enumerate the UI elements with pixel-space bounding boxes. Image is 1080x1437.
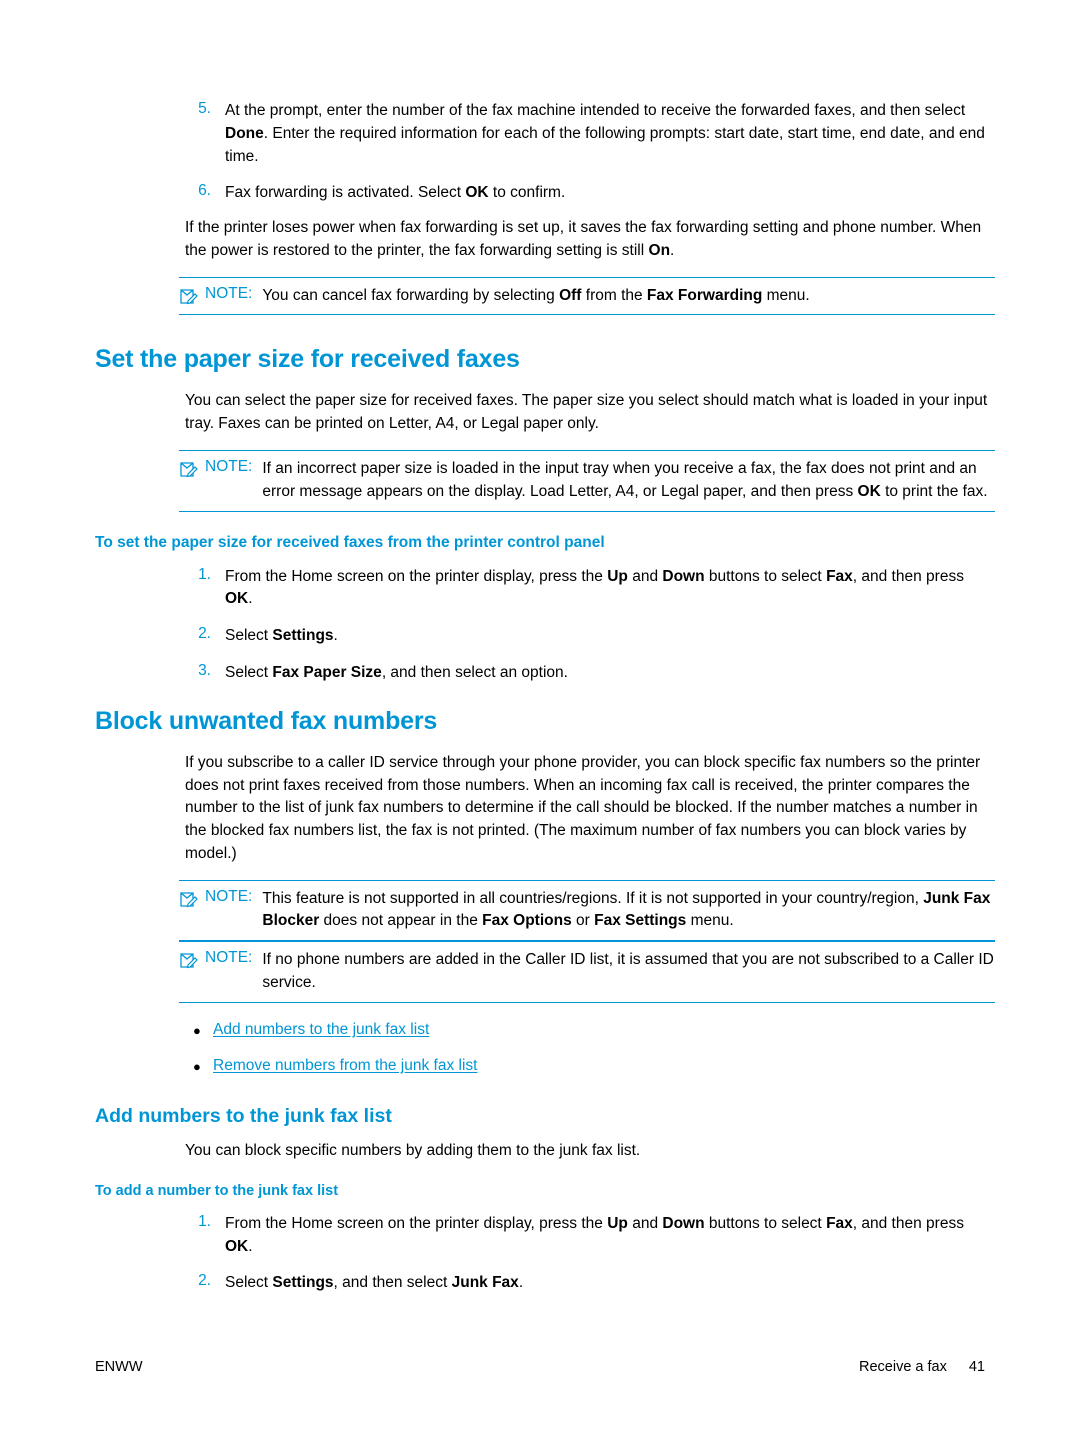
note-body: This feature is not supported in all cou… [262, 889, 991, 930]
link-add-numbers-to-junk-fax-list[interactable]: Add numbers to the junk fax list [213, 1021, 429, 1039]
emphasis-term: Down [662, 1214, 705, 1232]
emphasis-term: Done [225, 124, 264, 142]
paragraph-power-loss: If the printer loses power when fax forw… [185, 219, 982, 259]
note-label: NOTE: [205, 284, 253, 302]
subheading-add-number-junk-fax: To add a number to the junk fax list [95, 1182, 339, 1199]
note-cancel-fax-forwarding: NOTE: You can cancel fax forwarding by s… [179, 276, 995, 316]
bullet-icon: ● [193, 1022, 201, 1038]
emphasis-term: OK [465, 184, 489, 202]
footer-page-number: 41 [968, 1359, 985, 1375]
list-item-number: 1. [198, 565, 211, 583]
note-label: NOTE: [205, 887, 253, 905]
list-item-text: At the prompt, enter the number of the f… [225, 102, 985, 165]
heading-block-unwanted-fax: Block unwanted fax numbers [95, 706, 438, 735]
emphasis-term: Fax Forwarding [646, 286, 763, 304]
note-body: If an incorrect paper size is loaded in … [262, 460, 988, 500]
note-body: You can cancel fax forwarding by selecti… [262, 286, 810, 304]
emphasis-term: Fax Options [482, 912, 572, 930]
list-item-number: 1. [198, 1212, 211, 1230]
link-remove-numbers-from-junk-fax-list[interactable]: Remove numbers from the junk fax list [213, 1057, 477, 1075]
emphasis-term: Fax Paper Size [272, 663, 382, 681]
list-item: 6. Fax forwarding is activated. Select OK… [185, 182, 995, 205]
list-item-number: 2. [198, 1272, 211, 1290]
list-item-number: 3. [198, 661, 211, 679]
list-item-text: Select Fax Paper Size, and then select a… [225, 663, 568, 681]
steps-paper-size-list: 1. From the Home screen on the printer di… [185, 566, 995, 685]
emphasis-term: Fax Settings [594, 912, 687, 930]
emphasis-term: Fax [826, 567, 853, 585]
emphasis-term: Junk Fax [451, 1274, 519, 1292]
footer-enww: ENWW [95, 1359, 143, 1375]
heading-add-numbers-junk-fax: Add numbers to the junk fax list [95, 1105, 392, 1128]
list-item-text: From the Home screen on the printer disp… [225, 567, 964, 608]
steps-add-number-list: 1. From the Home screen on the printer di… [185, 1213, 995, 1295]
related-links-list: ● Add numbers to the junk fax list ● Rem… [185, 1021, 995, 1077]
note-icon [179, 458, 205, 480]
emphasis-term: OK [225, 590, 249, 608]
note-icon [179, 285, 205, 307]
emphasis-term: On [648, 241, 671, 259]
paragraph-paper-size: You can select the paper size for receiv… [185, 392, 988, 433]
emphasis-term: Settings [272, 1274, 334, 1292]
emphasis-term: OK [225, 1237, 249, 1255]
list-item-text: Select Settings, and then select Junk Fa… [225, 1274, 524, 1292]
list-item: 2. Select Settings. [185, 625, 995, 648]
note-body: If no phone numbers are added in the Cal… [262, 951, 994, 991]
paragraph-add-numbers: You can block specific numbers by adding… [185, 1142, 641, 1160]
list-item: 2. Select Settings, and then select Junk … [185, 1272, 995, 1295]
bullet-icon: ● [193, 1058, 201, 1074]
emphasis-term: Off [559, 286, 582, 304]
list-item-number: 6. [198, 182, 211, 200]
steps-top-list: 5. At the prompt, enter the number of the… [185, 100, 995, 205]
list-item-number: 5. [198, 100, 211, 117]
emphasis-term: OK [857, 482, 881, 500]
note-feature-not-supported: NOTE: This feature is not supported in a… [179, 879, 995, 942]
page-content: 5. At the prompt, enter the number of the… [95, 100, 995, 1309]
list-item-text: Select Settings. [225, 627, 338, 645]
subheading-control-panel: To set the paper size for received faxes… [95, 533, 605, 551]
note-label: NOTE: [205, 458, 253, 476]
emphasis-term: Up [607, 567, 628, 585]
page-footer: ENWW Receive a fax 41 [95, 1359, 985, 1375]
heading-set-paper-size: Set the paper size for received faxes [95, 345, 520, 374]
list-item-text: From the Home screen on the printer disp… [225, 1214, 964, 1255]
note-icon [179, 888, 205, 910]
note-incorrect-paper-size: NOTE: If an incorrect paper size is load… [179, 450, 995, 512]
list-item: 1. From the Home screen on the printer di… [185, 1213, 995, 1259]
list-item-text: Fax forwarding is activated. Select OK t… [225, 184, 566, 202]
paragraph-block-description: If you subscribe to a caller ID service … [185, 753, 981, 862]
note-icon [179, 949, 205, 971]
emphasis-term: Fax [826, 1214, 853, 1232]
list-item: 5. At the prompt, enter the number of the… [185, 100, 995, 168]
list-item-number: 2. [198, 625, 211, 643]
list-item: 3. Select Fax Paper Size, and then select… [185, 662, 995, 685]
emphasis-term: Settings [272, 627, 334, 645]
list-item[interactable]: ● Add numbers to the junk fax list [185, 1021, 995, 1041]
emphasis-term: Up [607, 1214, 628, 1232]
emphasis-term: Down [662, 567, 705, 585]
note-caller-id-list: NOTE: If no phone numbers are added in t… [179, 941, 995, 1003]
list-item[interactable]: ● Remove numbers from the junk fax list [185, 1057, 995, 1077]
note-label: NOTE: [205, 949, 253, 967]
footer-section-title: Receive a fax [859, 1359, 947, 1375]
list-item: 1. From the Home screen on the printer di… [185, 566, 995, 612]
document-page: 5. At the prompt, enter the number of the… [0, 0, 1080, 1437]
